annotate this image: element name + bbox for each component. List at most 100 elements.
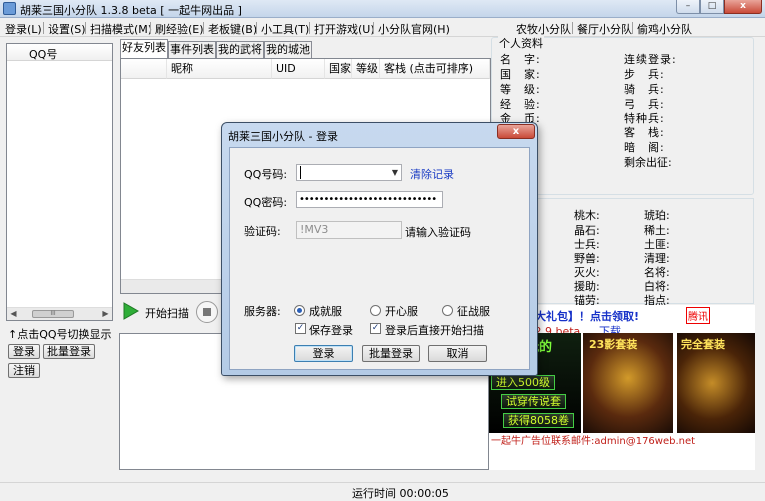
column-header-nickname[interactable]: 昵称: [167, 59, 272, 79]
dialog-cancel-button[interactable]: 取消: [428, 345, 487, 362]
server-radio-1[interactable]: [294, 305, 305, 316]
scroll-thumb[interactable]: III: [32, 310, 74, 318]
column-header-uid[interactable]: UID: [272, 59, 325, 79]
clear-records-link[interactable]: 清除记录: [410, 166, 454, 182]
profile-name-label: 名 字:: [500, 53, 541, 66]
menu-separator: [309, 22, 310, 34]
profile-country-label: 国 家:: [500, 68, 541, 81]
logout-button[interactable]: 注销: [8, 363, 40, 378]
auto-scan-checkbox[interactable]: ✓: [370, 323, 381, 334]
tab-cities[interactable]: 我的城池: [264, 41, 312, 58]
column-header-country[interactable]: 国家: [325, 59, 352, 79]
profile-login-days-label: 连续登录:: [624, 53, 677, 66]
menu-official-site[interactable]: 小分队官网(H): [378, 21, 450, 37]
profile-hidden-label: 暗 阁:: [624, 141, 665, 154]
qq-column-header[interactable]: QQ号: [7, 44, 112, 61]
menu-steal-team[interactable]: 偷鸡小分队: [637, 21, 692, 37]
dialog-body: QQ号码: ▼ 清除记录 QQ密码: •••••••••••••••••••••…: [229, 147, 530, 370]
menu-separator: [373, 22, 374, 34]
ad-footer[interactable]: 一起牛广告位联系邮件:admin@176web.net: [491, 432, 695, 447]
title-bar: 胡莱三国小分队 1.3.8 beta [ 一起牛网出品 ] – □ x: [0, 0, 765, 18]
ad-try-button[interactable]: 试穿传说套: [501, 394, 566, 409]
menu-scan-mode[interactable]: 扫描模式(M): [90, 21, 152, 37]
menu-separator: [572, 22, 573, 34]
column-header-inn[interactable]: 客栈 (点击可排序): [380, 59, 490, 79]
menu-restaurant-team[interactable]: 餐厅小分队: [577, 21, 632, 37]
runtime-text: 运行时间 00:00:05: [352, 487, 449, 500]
save-login-label[interactable]: 保存登录: [309, 322, 353, 338]
column-header-blank[interactable]: [121, 59, 167, 79]
profile-cavalry-label: 骑 兵:: [624, 83, 665, 96]
login-button[interactable]: 登录: [8, 344, 40, 359]
scroll-right-icon[interactable]: ▶: [99, 308, 112, 320]
stop-icon: [203, 308, 211, 316]
login-dialog: 胡莱三国小分队 - 登录 x QQ号码: ▼ 清除记录 QQ密码: ••••••…: [221, 122, 538, 376]
maximize-icon: □: [707, 1, 717, 11]
menu-separator: [256, 22, 257, 34]
tab-friends[interactable]: 好友列表: [120, 39, 168, 59]
chevron-down-icon[interactable]: ▼: [392, 168, 398, 177]
server-option-3[interactable]: 征战服: [457, 303, 490, 319]
profile-expeditions-label: 剩余出征:: [624, 156, 672, 169]
captcha-placeholder: !MV3: [300, 223, 329, 236]
column-header-level[interactable]: 等级: [352, 59, 380, 79]
save-login-checkbox[interactable]: ✓: [295, 323, 306, 334]
stop-button[interactable]: [196, 301, 218, 323]
profile-infantry-label: 步 兵:: [624, 68, 665, 81]
tab-events[interactable]: 事件列表: [168, 41, 216, 58]
close-icon: x: [740, 1, 746, 11]
captcha-hint: 请输入验证码: [405, 226, 471, 239]
menu-login[interactable]: 登录(L): [5, 21, 42, 37]
app-icon: [3, 2, 16, 15]
maximize-button[interactable]: □: [700, 0, 724, 14]
window-title: 胡莱三国小分队 1.3.8 beta [ 一起牛网出品 ]: [20, 4, 242, 17]
server-option-2[interactable]: 开心服: [385, 303, 418, 319]
server-option-1[interactable]: 成就服: [309, 303, 342, 319]
tab-generals[interactable]: 我的武将: [216, 41, 264, 58]
close-button[interactable]: x: [724, 0, 762, 14]
server-radio-2[interactable]: [370, 305, 381, 316]
captcha-field[interactable]: !MV3: [296, 221, 402, 239]
menu-separator: [203, 22, 204, 34]
dialog-login-button[interactable]: 登录: [294, 345, 353, 362]
status-bar: 运行时间 00:00:05: [0, 482, 765, 500]
res-amber-label: 琥珀:: [644, 209, 670, 222]
menu-exp[interactable]: 刷经验(E): [155, 21, 204, 37]
menu-separator: [632, 22, 633, 34]
switch-hint: ↑点击QQ号切换显示: [8, 328, 112, 341]
text-cursor: [300, 166, 301, 179]
play-icon: [123, 302, 139, 320]
password-label: QQ密码:: [244, 196, 288, 209]
ad-get-button[interactable]: 获得8058卷: [503, 413, 574, 428]
menu-separator: [85, 22, 86, 34]
password-mask: ••••••••••••••••••••••••••••: [299, 194, 437, 205]
qq-list[interactable]: QQ号 ◀ III ▶: [6, 43, 113, 321]
dialog-batch-login-button[interactable]: 批量登录: [362, 345, 420, 362]
minimize-icon: –: [685, 1, 691, 11]
scroll-left-icon[interactable]: ◀: [7, 308, 20, 320]
ad-enter-button[interactable]: 进入500级: [491, 375, 555, 390]
profile-level-label: 等 级:: [500, 83, 541, 96]
auto-scan-label[interactable]: 登录后直接开始扫描: [385, 322, 484, 338]
qq-number-label: QQ号码:: [244, 168, 288, 181]
close-icon: x: [512, 126, 520, 137]
menu-boss-key[interactable]: 老板键(B): [208, 21, 257, 37]
profile-inn-label: 客 栈:: [624, 126, 665, 139]
minimize-button[interactable]: –: [676, 0, 700, 14]
menu-tools[interactable]: 小工具(T): [261, 21, 309, 37]
ad-tag2: 23影套装: [589, 338, 638, 351]
server-label: 服务器:: [244, 305, 281, 318]
password-field[interactable]: ••••••••••••••••••••••••••••: [296, 191, 443, 208]
menu-bar: 登录(L) 设置(S) 扫描模式(M) 刷经验(E) 老板键(B) 小工具(T)…: [0, 19, 765, 37]
menu-open-game[interactable]: 打开游戏(U): [314, 21, 375, 37]
menu-settings[interactable]: 设置(S): [48, 21, 86, 37]
qq-number-select[interactable]: ▼: [296, 164, 402, 181]
ad-tag: 腾讯: [686, 307, 710, 324]
qq-list-scrollbar[interactable]: ◀ III ▶: [7, 307, 112, 320]
profile-title: 个人资料: [498, 35, 544, 51]
dialog-close-button[interactable]: x: [497, 124, 535, 139]
batch-login-button[interactable]: 批量登录: [43, 344, 95, 359]
res-peach-label: 桃木:: [574, 209, 600, 222]
server-radio-3[interactable]: [442, 305, 453, 316]
menu-separator: [150, 22, 151, 34]
